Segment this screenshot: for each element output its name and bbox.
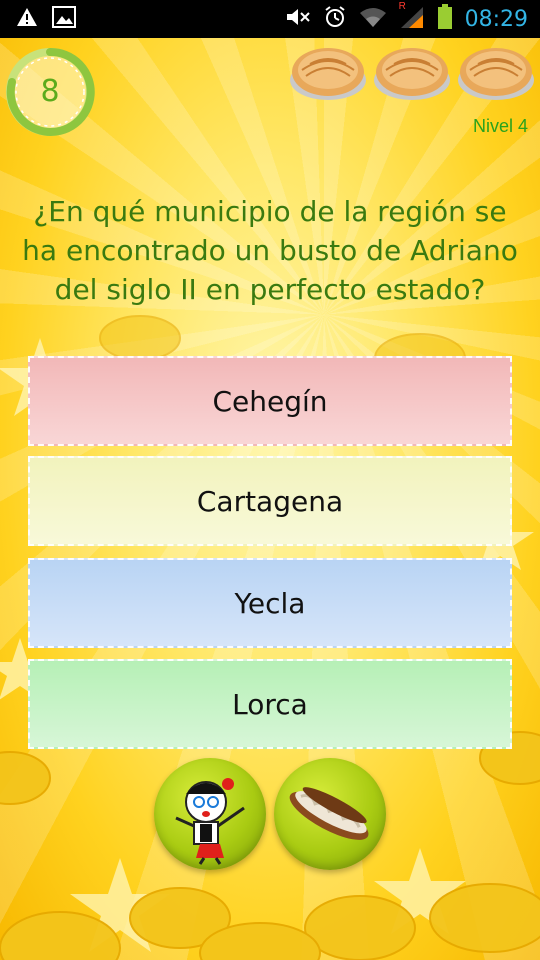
answer-button-4[interactable]: Lorca [28, 659, 512, 749]
mute-icon [285, 6, 311, 32]
pie-icon [374, 48, 450, 100]
image-icon [52, 6, 76, 32]
answer-button-2[interactable]: Cartagena [28, 456, 512, 546]
status-bar: R 08:29 [0, 0, 540, 38]
timer-value: 8 [40, 74, 60, 109]
question-line: ¿En qué municipio de la región se [33, 195, 507, 228]
signal-roaming-badge: R [398, 1, 406, 12]
level-label: Nivel 4 [472, 116, 528, 136]
mascot-helper-icon [175, 778, 245, 865]
alarm-icon [323, 5, 347, 33]
question-line: del siglo II en perfecto estado? [54, 273, 486, 306]
clock: 08:29 [464, 6, 528, 32]
countdown-timer: 8 [4, 46, 96, 138]
wifi-icon [359, 6, 387, 32]
answer-button-3[interactable]: Yecla [28, 558, 512, 648]
pie-icon [290, 48, 366, 100]
signal-icon: R [399, 1, 425, 33]
warning-icon [16, 7, 38, 31]
question-line: ha encontrado un busto de Adriano [22, 234, 518, 267]
pie-icon [458, 48, 534, 100]
answer-button-1[interactable]: Cehegín [28, 356, 512, 446]
pastry-helper-button[interactable] [274, 758, 386, 870]
mascot-helper-button[interactable] [154, 758, 266, 870]
pastry-helper-icon [289, 787, 369, 840]
question-text: ¿En qué municipio de la región se ha enc… [0, 192, 540, 309]
battery-icon [437, 4, 453, 34]
lives-indicator [288, 42, 536, 104]
